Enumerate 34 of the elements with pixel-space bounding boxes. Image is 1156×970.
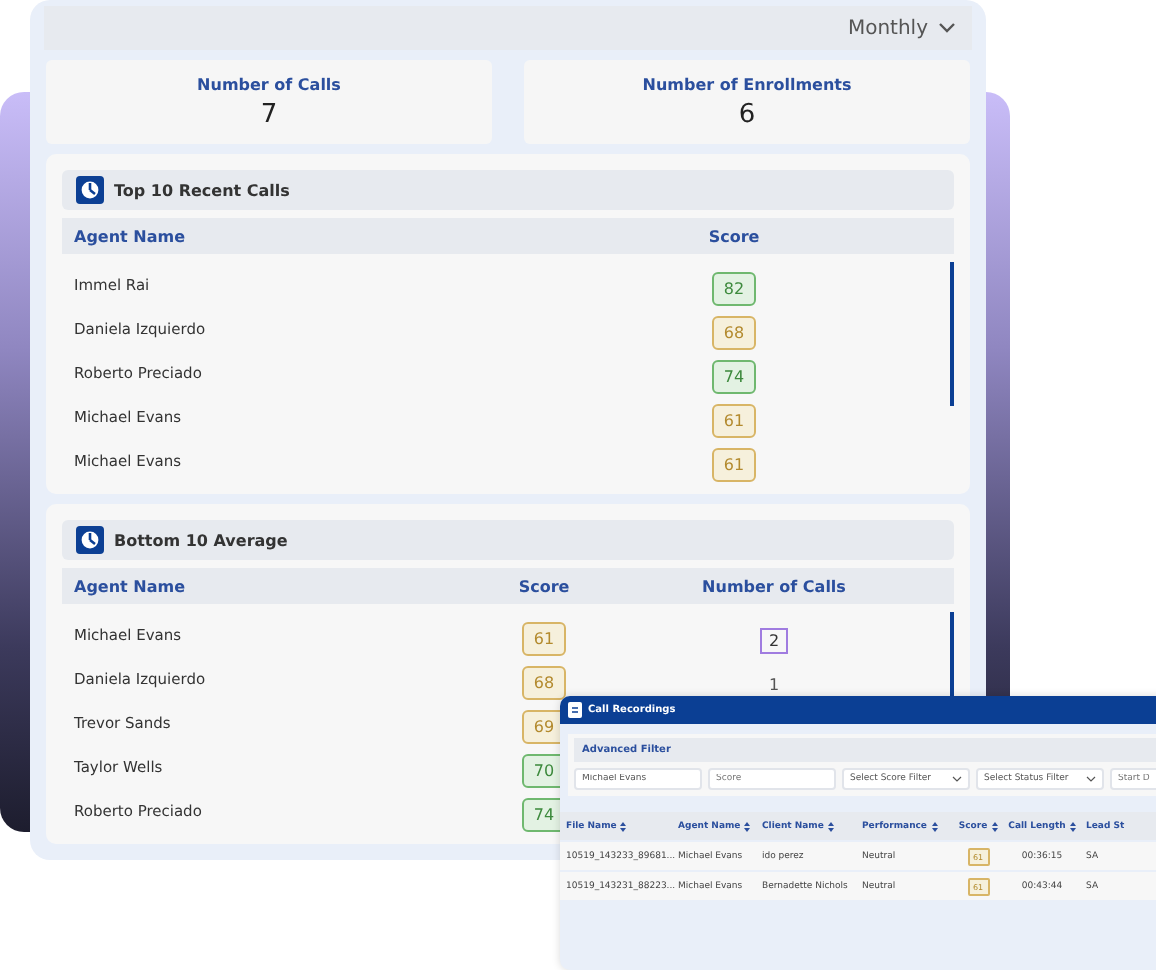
score-badge: 82 bbox=[712, 271, 756, 305]
score-badge: 61 bbox=[522, 621, 566, 655]
sort-icon bbox=[744, 821, 751, 831]
sort-icon bbox=[827, 821, 834, 831]
column-header: Score bbox=[706, 227, 762, 245]
clock-icon bbox=[76, 176, 104, 204]
score-badge: 68 bbox=[712, 315, 756, 349]
call-count: 1 bbox=[766, 673, 782, 697]
sort-icon bbox=[620, 821, 627, 831]
call-count: 2 bbox=[760, 627, 788, 653]
score-badge: 74 bbox=[712, 359, 756, 393]
stat-value: 7 bbox=[260, 99, 278, 129]
sort-icon bbox=[991, 821, 998, 831]
stat-value: 6 bbox=[738, 99, 756, 129]
panel-title: Top 10 Recent Calls bbox=[114, 181, 290, 199]
period-dropdown[interactable]: Monthly bbox=[847, 17, 956, 39]
sort-icon bbox=[931, 821, 937, 831]
clock-icon bbox=[76, 526, 104, 554]
score-badge: 68 bbox=[522, 665, 566, 699]
sort-icon bbox=[1069, 821, 1076, 831]
column-header: Agent Name bbox=[74, 227, 188, 245]
stat-label: Number of Enrollments bbox=[642, 75, 852, 93]
score-badge: 61 bbox=[712, 447, 756, 481]
document-icon bbox=[568, 702, 582, 718]
scrollbar[interactable] bbox=[950, 262, 954, 406]
score-badge: 61 bbox=[712, 403, 756, 437]
column-header: Score bbox=[516, 577, 572, 595]
chevron-down-icon bbox=[952, 776, 962, 782]
column-header: Agent Name bbox=[74, 577, 188, 595]
column-header: Number of Calls bbox=[700, 577, 848, 595]
chevron-down-icon bbox=[938, 22, 956, 34]
stat-label: Number of Calls bbox=[197, 75, 341, 93]
panel-title: Bottom 10 Average bbox=[114, 531, 288, 549]
chevron-down-icon bbox=[1086, 776, 1096, 782]
